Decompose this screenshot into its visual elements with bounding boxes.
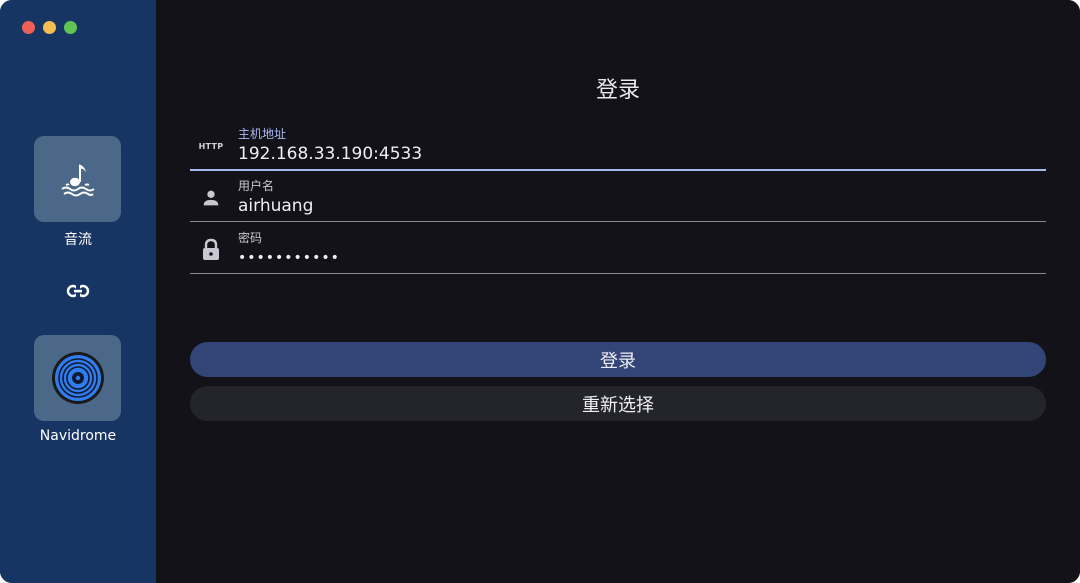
sidebar: 音流 Navidrome	[0, 0, 156, 583]
person-icon	[198, 185, 224, 211]
host-field[interactable]: HTTP 主机地址 192.168.33.190:4533	[190, 119, 1046, 171]
login-button[interactable]: 登录	[190, 342, 1046, 377]
password-input[interactable]: •••••••••••	[238, 250, 1018, 266]
vinyl-disc-icon	[51, 352, 104, 404]
music-note-waves-icon	[60, 164, 95, 197]
minimize-window-button[interactable]	[43, 21, 56, 34]
page-title: 登录	[595, 78, 640, 103]
sidebar-item-label: 音流	[64, 232, 92, 248]
sidebar-item-label: Navidrome	[39, 428, 117, 444]
password-field-label: 密码	[238, 231, 263, 245]
http-icon: HTTP	[198, 141, 224, 151]
username-field[interactable]: 用户名 airhuang	[190, 171, 1046, 222]
login-panel: 登录 HTTP 主机地址 192.168.33.190:4533 用户名 air…	[156, 0, 1080, 583]
sidebar-item-yinliu[interactable]	[34, 136, 121, 222]
link-icon	[66, 284, 90, 298]
username-input[interactable]: airhuang	[238, 196, 1018, 216]
password-field[interactable]: 密码 •••••••••••	[190, 223, 1046, 274]
host-input[interactable]: 192.168.33.190:4533	[238, 144, 1018, 164]
sidebar-item-navidrome[interactable]	[34, 335, 121, 421]
close-window-button[interactable]	[22, 21, 35, 34]
host-field-label: 主机地址	[238, 127, 287, 141]
username-field-label: 用户名	[238, 179, 275, 193]
app-window: 音流 Navidrome 登录 HTTP 主机地址 192.168.33.190…	[0, 0, 1080, 583]
lock-icon	[198, 237, 224, 263]
reselect-button[interactable]: 重新选择	[190, 386, 1046, 421]
zoom-window-button[interactable]	[64, 21, 77, 34]
window-controls	[22, 21, 77, 34]
